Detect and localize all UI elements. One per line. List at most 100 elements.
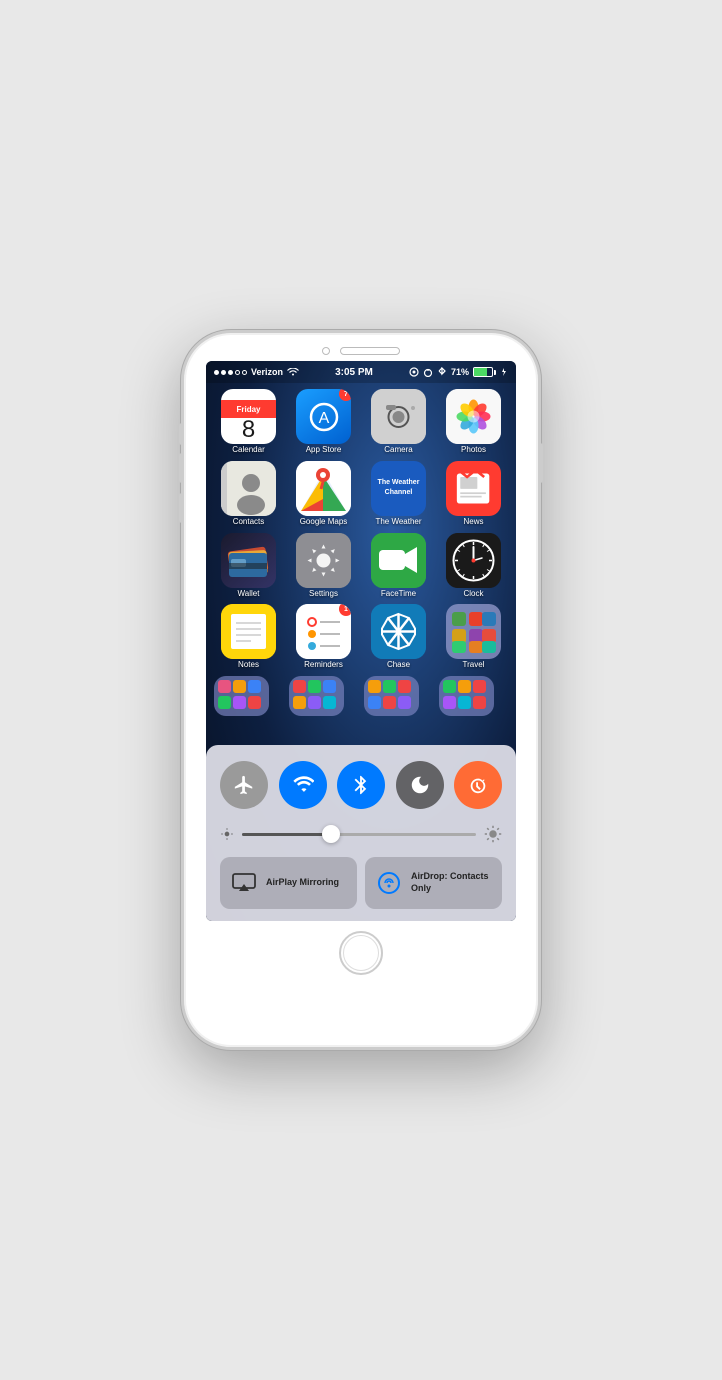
contacts-label: Contacts: [233, 518, 265, 527]
airplay-label: AirPlay Mirroring: [266, 877, 339, 889]
settings-icon[interactable]: [296, 533, 351, 588]
status-right: 71%: [409, 367, 508, 377]
appstore-label: App Store: [306, 446, 342, 455]
svg-text:A: A: [318, 410, 329, 427]
battery-indicator: [473, 367, 496, 377]
reminders-badge: 1: [339, 604, 351, 616]
app-googlemaps[interactable]: Google Maps: [289, 461, 358, 527]
do-not-disturb-button[interactable]: [396, 761, 444, 809]
brightness-low-icon: [220, 827, 234, 841]
app-news[interactable]: News: [439, 461, 508, 527]
app-weather[interactable]: The Weather Channel The Weather: [364, 461, 433, 527]
charging-icon: [500, 368, 508, 376]
app-settings[interactable]: Settings: [289, 533, 358, 599]
signal-dot-2: [221, 370, 226, 375]
app-notes[interactable]: Notes: [214, 604, 283, 670]
app-grid: Friday 8 Calendar 7 A App Store: [206, 383, 516, 676]
app-contacts[interactable]: Contacts: [214, 461, 283, 527]
cc-toggle-buttons: [220, 761, 502, 809]
notes-icon[interactable]: [221, 604, 276, 659]
control-center: AirPlay Mirroring A: [206, 745, 516, 921]
home-button-inner: [343, 935, 379, 971]
chase-label: Chase: [387, 661, 410, 670]
signal-strength: [214, 370, 247, 375]
wallet-svg: [221, 533, 276, 588]
brightness-control[interactable]: [220, 825, 502, 843]
bluetooth-toggle-button[interactable]: [337, 761, 385, 809]
facetime-icon[interactable]: [371, 533, 426, 588]
appstore-badge: 7: [339, 389, 351, 401]
travel-icon[interactable]: [446, 604, 501, 659]
contacts-icon[interactable]: [221, 461, 276, 516]
airplay-tv-icon: [232, 873, 256, 893]
appstore-icon[interactable]: 7 A: [296, 389, 351, 444]
clock-label: Clock: [463, 590, 483, 599]
news-label: News: [463, 518, 483, 527]
wallet-icon[interactable]: [221, 533, 276, 588]
airplay-icon: [230, 869, 258, 897]
calendar-label: Calendar: [232, 446, 264, 455]
wallet-label: Wallet: [238, 590, 260, 599]
app-appstore[interactable]: 7 A App Store: [289, 389, 358, 455]
app-camera[interactable]: Camera: [364, 389, 433, 455]
calendar-date: 8: [242, 418, 255, 444]
front-camera: [322, 347, 330, 355]
weather-label: The Weather: [375, 518, 421, 527]
app-travel[interactable]: Travel: [439, 604, 508, 670]
alarm-icon: [423, 367, 433, 377]
airdrop-icon: [375, 869, 403, 897]
time-display: 3:05 PM: [335, 367, 373, 378]
googlemaps-svg: [296, 461, 351, 516]
photos-icon[interactable]: [446, 389, 501, 444]
airdrop-button[interactable]: AirDrop: Contacts Only: [365, 857, 502, 909]
moon-icon: [409, 774, 431, 796]
brightness-high-icon: [484, 825, 502, 843]
clock-svg: [446, 533, 501, 588]
battery-percent: 71%: [451, 367, 469, 377]
home-button[interactable]: [339, 931, 383, 975]
app-photos[interactable]: Photos: [439, 389, 508, 455]
weather-icon[interactable]: The Weather Channel: [371, 461, 426, 516]
music-folder-svg: [364, 676, 419, 716]
partial-food-folder[interactable]: [289, 676, 344, 716]
partial-social-folder[interactable]: [214, 676, 269, 716]
camera-label: Camera: [384, 446, 412, 455]
food-folder-svg: [289, 676, 344, 716]
calendar-icon[interactable]: Friday 8: [221, 389, 276, 444]
airplane-mode-button[interactable]: [220, 761, 268, 809]
weather-text2: Channel: [385, 489, 413, 497]
airdrop-radar-icon: [383, 877, 395, 889]
reminders-icon[interactable]: 1: [296, 604, 351, 659]
signal-dot-3: [228, 370, 233, 375]
wifi-toggle-icon: [292, 774, 314, 796]
app-clock[interactable]: Clock: [439, 533, 508, 599]
reminders-label: Reminders: [304, 661, 343, 670]
carrier-label: Verizon: [251, 367, 283, 377]
speaker: [340, 347, 400, 355]
brightness-slider[interactable]: [242, 833, 476, 836]
appstore-a-icon: A: [308, 401, 340, 433]
chase-icon[interactable]: [371, 604, 426, 659]
airplay-button[interactable]: AirPlay Mirroring: [220, 857, 357, 909]
signal-dot-4: [235, 370, 240, 375]
volume-up-button[interactable]: [179, 453, 183, 483]
clock-icon[interactable]: [446, 533, 501, 588]
rotation-lock-button[interactable]: [454, 761, 502, 809]
app-wallet[interactable]: Wallet: [214, 533, 283, 599]
signal-dot-5: [242, 370, 247, 375]
wifi-toggle-button[interactable]: [279, 761, 327, 809]
partial-music-folder[interactable]: [364, 676, 419, 716]
news-icon[interactable]: [446, 461, 501, 516]
silent-switch[interactable]: [179, 423, 183, 445]
app-facetime[interactable]: FaceTime: [364, 533, 433, 599]
rotation-lock-icon: [467, 774, 489, 796]
photos-label: Photos: [461, 446, 486, 455]
app-chase[interactable]: Chase: [364, 604, 433, 670]
googlemaps-icon[interactable]: [296, 461, 351, 516]
airdrop-circle-icon: [378, 872, 400, 894]
partial-nyc-folder[interactable]: [439, 676, 494, 716]
camera-icon[interactable]: [371, 389, 426, 444]
app-calendar[interactable]: Friday 8 Calendar: [214, 389, 283, 455]
app-reminders[interactable]: 1 Reminders: [289, 604, 358, 670]
volume-down-button[interactable]: [179, 493, 183, 523]
